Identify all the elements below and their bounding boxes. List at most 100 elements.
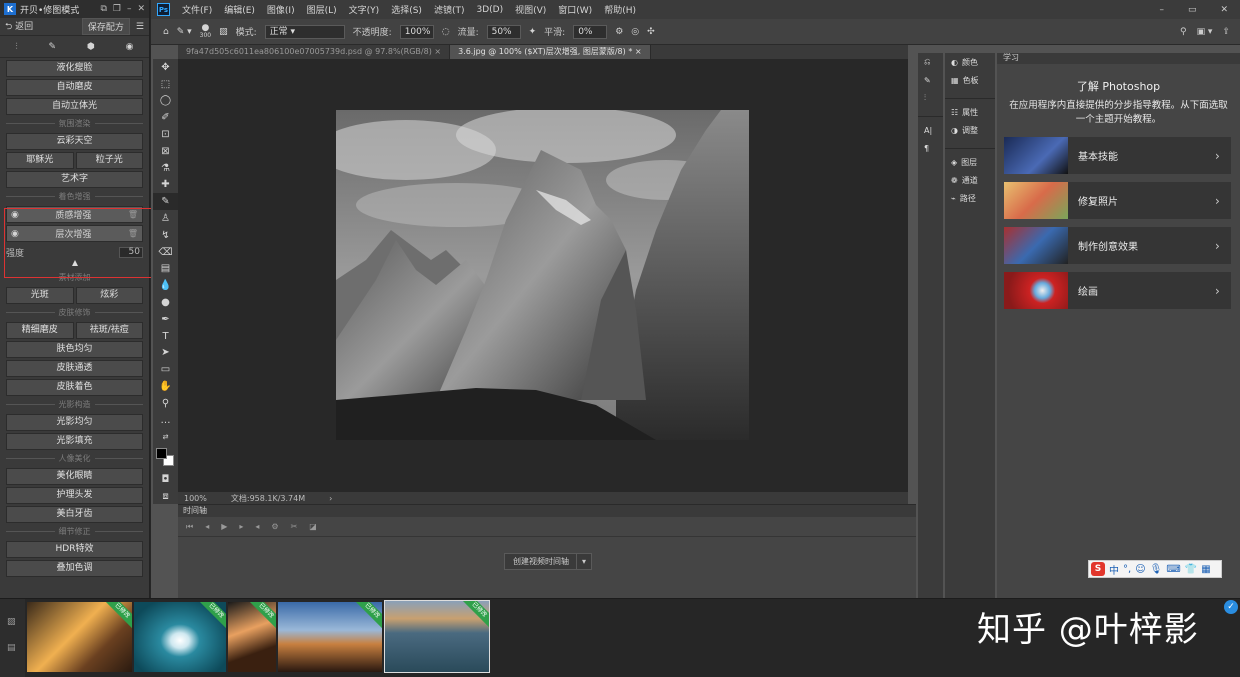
doc-tab-psd[interactable]: 9fa47d505c6011ea806100e07005739d.psd @ 9… [178,45,451,59]
fine-smooth-button[interactable]: 精细磨皮 [6,322,74,339]
eraser-tool-icon[interactable]: ⌫ [153,244,178,261]
frame-tool-icon[interactable]: ⊠ [153,143,178,160]
image-icon[interactable]: ▨ [7,617,16,627]
status-chevron-icon[interactable]: › [329,494,332,503]
smooth-field[interactable]: 0% [573,24,608,39]
symmetry-icon[interactable]: ✣ [647,27,655,37]
tab-eye-icon[interactable]: ◉ [126,42,134,52]
create-video-timeline-button[interactable]: 创建视频时间轴 ▾ [504,553,592,570]
remove-spots-button[interactable]: 祛斑/祛痘 [75,322,143,339]
even-light-button[interactable]: 光影均匀 [6,414,143,431]
hair-care-button[interactable]: 护理头发 [6,487,143,504]
menu-filter[interactable]: 滤镜(T) [434,3,465,16]
panel-layers[interactable]: ◈ 图层 [945,153,995,171]
document-image[interactable] [336,110,749,440]
history-brush-tool-icon[interactable]: ↯ [153,227,178,244]
transition-icon[interactable]: ◪ [309,522,317,531]
settings-icon[interactable]: ⚙ [271,522,278,531]
gear-icon[interactable]: ⚙ [615,27,623,37]
more-tools-icon[interactable]: … [153,412,178,429]
brush-preset-picker[interactable]: ● 300 [200,23,211,39]
panel-color[interactable]: ◐ 颜色 [945,53,995,71]
marquee-tool-icon[interactable]: ⬚ [153,76,178,93]
filmstrip-thumb[interactable]: 已修改 [27,602,132,672]
filmstrip-thumb-selected[interactable]: 已修改 [384,600,490,673]
foreground-color-swatch[interactable] [156,448,167,460]
hand-tool-icon[interactable]: ✋ [153,378,178,395]
mic-icon[interactable]: 🎙 [1150,564,1163,575]
crop-tool-icon[interactable]: ⊡ [153,126,178,143]
toolbox-icon[interactable]: ▦ [1201,564,1210,575]
mode-select[interactable]: 正常 ▾ [264,24,345,39]
chevron-down-icon[interactable]: ▾ [576,554,591,569]
panel-channels[interactable]: ❁ 通道 [945,171,995,189]
pen-tool-icon[interactable]: ✒ [153,311,178,328]
menu-file[interactable]: 文件(F) [182,3,212,16]
auto-3d-light-button[interactable]: 自动立体光 [6,98,143,115]
paragraph-icon[interactable]: ¶ [918,139,943,157]
auto-smooth-skin-button[interactable]: 自动磨皮 [6,79,143,96]
split-icon[interactable]: ✂ [291,522,298,531]
type-tool-icon[interactable]: T [153,328,178,345]
minimize-icon[interactable]: – [1159,5,1164,15]
skin-icon[interactable]: 👕 [1185,564,1197,575]
brush-tool-icon[interactable]: ✎ [153,193,178,211]
healing-tool-icon[interactable]: ✚ [153,177,178,194]
even-skin-button[interactable]: 肤色均匀 [6,341,143,358]
ime-language[interactable]: 中 [1109,562,1119,577]
check-icon[interactable]: ✓ [1224,600,1238,614]
clear-skin-button[interactable]: 皮肤通透 [6,360,143,377]
brush-panel-icon[interactable]: ▨ [219,27,228,37]
art-text-button[interactable]: 艺术字 [6,171,143,188]
light-spot-button[interactable]: 光斑 [6,287,74,304]
hdr-effect-button[interactable]: HDR特效 [6,541,143,558]
history-icon[interactable]: ⎌ [918,53,943,71]
dodge-tool-icon[interactable]: ● [153,294,178,311]
next-frame-icon[interactable]: ▸ [239,522,243,531]
menu-help[interactable]: 帮助(H) [604,3,636,16]
brush-tool-icon[interactable]: ✎ ▾ [177,27,192,37]
eyedropper-tool-icon[interactable]: ⚗ [153,160,178,177]
tab-cube-icon[interactable]: ⬢ [87,42,95,52]
audio-icon[interactable]: ◂ [255,522,259,531]
zoom-level[interactable]: 100% [184,494,207,503]
close-icon[interactable]: ✕ [1220,5,1228,15]
close-icon[interactable]: ✕ [137,4,145,14]
color-skin-button[interactable]: 皮肤着色 [6,379,143,396]
path-select-tool-icon[interactable]: ➤ [153,345,178,362]
learn-card-creative[interactable]: 制作创意效果 › [1004,227,1231,264]
shape-tool-icon[interactable]: ▭ [153,361,178,378]
first-frame-icon[interactable]: ⏮ [186,522,193,532]
panel-properties[interactable]: ☷ 属性 [945,103,995,121]
move-tool-icon[interactable]: ✥ [153,59,178,76]
stamp-tool-icon[interactable]: ♙ [153,210,178,227]
doc-tab-jpg[interactable]: 3.6.jpg @ 100% ($XT)层次增强, 图层蒙版/8) * × [450,45,651,59]
beautify-eyes-button[interactable]: 美化眼睛 [6,468,143,485]
quick-mask-icon[interactable]: ◘ [153,471,178,488]
brush-settings-icon[interactable]: ✎ [918,71,943,89]
minimize-icon[interactable]: – [127,4,132,14]
copy-icon[interactable]: ❐ [113,4,121,14]
lasso-tool-icon[interactable]: ◯ [153,93,178,110]
pressure-opacity-icon[interactable]: ◌ [442,27,450,37]
color-swatches[interactable] [153,445,178,471]
search-icon[interactable]: ⚲ [1180,27,1187,37]
adjust-icon[interactable]: ⫶ [918,89,943,107]
panel-swatches[interactable]: ▦ 色板 [945,71,995,89]
filmstrip-thumb[interactable]: 已修改 [228,602,276,672]
gradient-tool-icon[interactable]: ▤ [153,261,178,278]
learn-card-fix-photo[interactable]: 修复照片 › [1004,182,1231,219]
back-button[interactable]: ⮌ 返回 [5,19,33,35]
close-icon[interactable]: × [434,47,441,56]
filmstrip-thumb[interactable]: 已修改 [134,602,226,672]
expand-icon[interactable]: ⧉ [100,4,106,14]
jesus-light-button[interactable]: 耶稣光 [6,152,74,169]
blur-tool-icon[interactable]: 💧 [153,277,178,294]
menu-icon[interactable]: ☰ [136,22,144,32]
cloud-sky-button[interactable]: 云彩天空 [6,133,143,150]
prev-frame-icon[interactable]: ◂ [205,522,209,531]
menu-window[interactable]: 窗口(W) [558,3,592,16]
panel-paths[interactable]: ⌁ 路径 [945,189,995,207]
panel-adjustments[interactable]: ◑ 调整 [945,121,995,139]
workspace-icon[interactable]: ▣ ▾ [1197,27,1213,37]
